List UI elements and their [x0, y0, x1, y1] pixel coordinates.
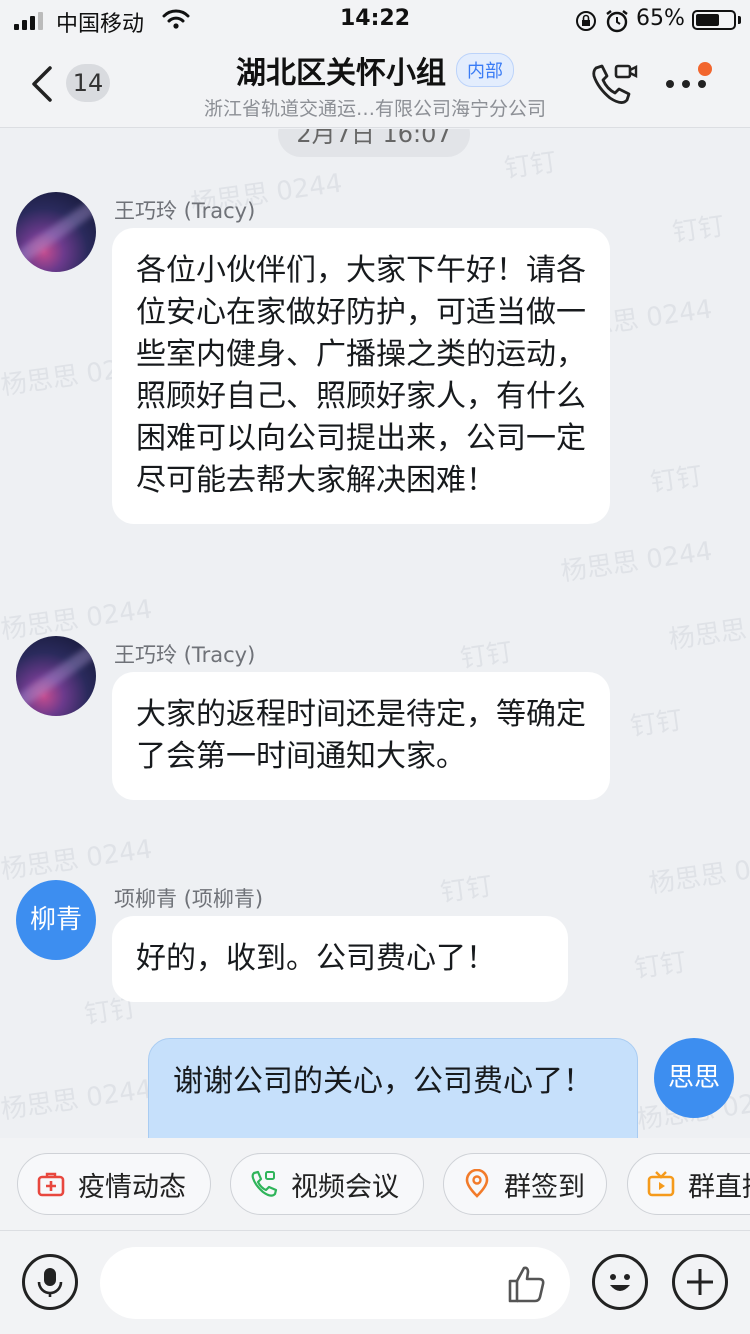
- video-call-icon[interactable]: [588, 62, 638, 108]
- quick-action-epidemic-news[interactable]: 疫情动态: [17, 1153, 211, 1215]
- avatar[interactable]: [16, 636, 96, 716]
- watermark: 杨思思 0244: [0, 594, 155, 646]
- watermark: 钉钉: [648, 461, 705, 499]
- group-title[interactable]: 湖北区关怀小组: [236, 48, 446, 92]
- voice-icon: [37, 1268, 63, 1297]
- watermark: 杨思思 0244: [0, 834, 155, 886]
- location-pin-icon: [465, 1169, 489, 1198]
- sender-name: 王巧玲 (Tracy): [114, 643, 256, 667]
- watermark: 钉钉: [628, 705, 685, 743]
- add-button[interactable]: [672, 1254, 728, 1310]
- message-bubble[interactable]: 好的，收到。公司费心了！: [112, 916, 568, 1002]
- quick-action-video-meeting[interactable]: 视频会议: [230, 1153, 424, 1215]
- battery-percent: 65%: [636, 6, 685, 31]
- medical-kit-icon: [37, 1172, 65, 1197]
- watermark: 杨思思 0244: [647, 848, 750, 900]
- quick-action-label: 群签到: [504, 1171, 585, 1203]
- sender-name: 王巧玲 (Tracy): [114, 199, 256, 223]
- avatar[interactable]: 柳青: [16, 880, 96, 960]
- internal-tag: 内部: [456, 53, 514, 87]
- message-input[interactable]: [100, 1247, 570, 1319]
- alarm-icon: [606, 10, 628, 33]
- more-icon[interactable]: [664, 62, 714, 92]
- watermark: 钉钉: [632, 947, 689, 985]
- sender-name: 项柳青 (项柳青): [114, 887, 264, 911]
- avatar[interactable]: 思思: [654, 1038, 734, 1118]
- rotation-lock-icon: [576, 11, 596, 31]
- message-bubble[interactable]: 各位小伙伴们，大家下午好！请各位安心在家做好防护，可适当做一些室内健身、广播操之…: [112, 228, 610, 524]
- live-tv-icon: [647, 1171, 675, 1197]
- thumbs-up-icon[interactable]: [506, 1263, 548, 1305]
- input-bar: [0, 1230, 750, 1334]
- watermark: 钉钉: [438, 871, 495, 909]
- message-bubble[interactable]: 大家的返程时间还是待定，等确定了会第一时间通知大家。: [112, 672, 610, 800]
- watermark: 钉钉: [458, 637, 515, 675]
- quick-action-group-live[interactable]: 群直播: [627, 1153, 750, 1215]
- avatar[interactable]: [16, 192, 96, 272]
- chat-area[interactable]: 杨思思 0244 杨思思 0244 钉钉 钉钉 杨思思 0244 杨思思 024…: [0, 129, 750, 1138]
- emoji-icon: [610, 1274, 630, 1291]
- voice-button[interactable]: [22, 1254, 78, 1310]
- add-icon: [687, 1269, 713, 1295]
- battery-icon: [692, 10, 736, 30]
- my-message-bubble[interactable]: 谢谢公司的关心，公司费心了！: [148, 1038, 638, 1138]
- emoji-button[interactable]: [592, 1254, 648, 1310]
- quick-action-group-checkin[interactable]: 群签到: [443, 1153, 607, 1215]
- status-bar: 中国移动 14:22 65%: [0, 0, 750, 40]
- quick-action-label: 群直播: [688, 1171, 750, 1203]
- quick-actions-bar: 疫情动态 视频会议 群签到 群直播: [0, 1138, 750, 1230]
- watermark: 杨思思 0244: [559, 536, 715, 588]
- notification-dot: [698, 62, 712, 76]
- message-timestamp: 2月7日 16:07: [278, 129, 470, 157]
- quick-action-label: 疫情动态: [78, 1171, 186, 1203]
- watermark: 钉钉: [502, 147, 559, 185]
- video-meeting-icon: [251, 1170, 278, 1197]
- battery-fill: [696, 14, 719, 26]
- battery-cap: [738, 16, 741, 24]
- quick-action-label: 视频会议: [291, 1171, 399, 1203]
- chat-header: 14 湖北区关怀小组 内部 浙江省轨道交通运…有限公司海宁分公司: [0, 40, 750, 128]
- watermark: 杨思思 0244: [0, 1074, 155, 1126]
- watermark: 钉钉: [670, 211, 727, 249]
- watermark: 杨思思 0244: [667, 605, 750, 656]
